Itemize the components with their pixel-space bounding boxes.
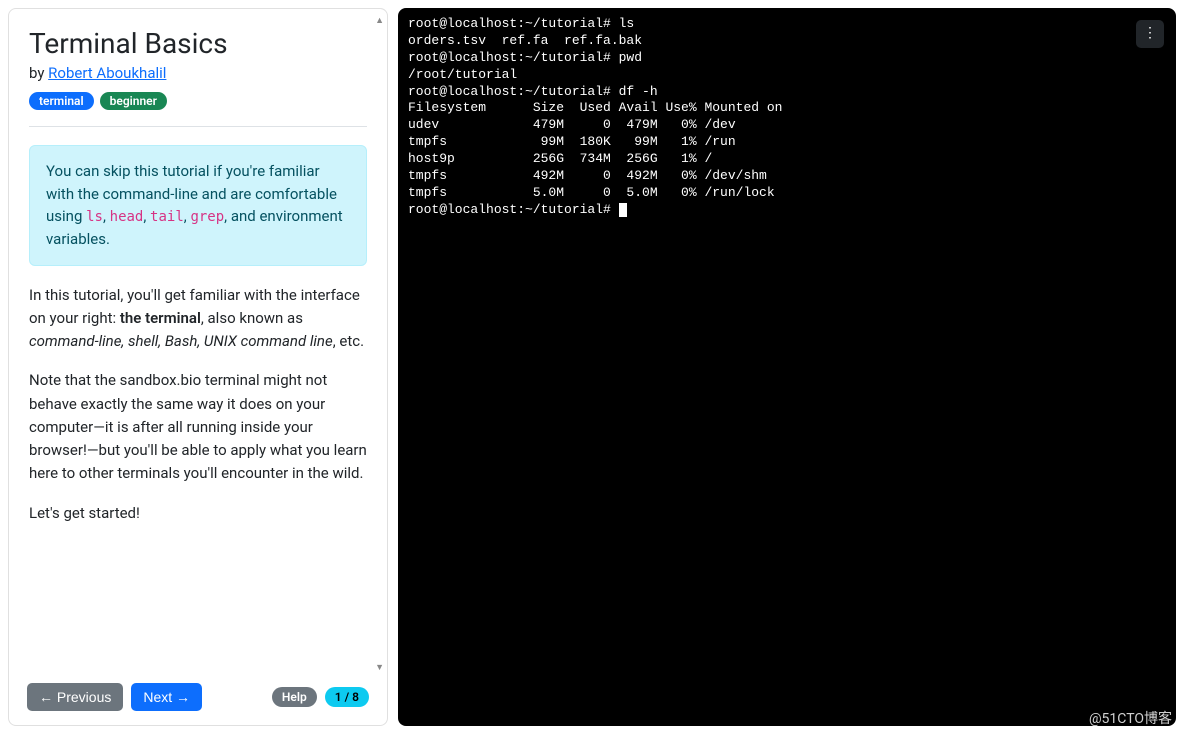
tag-terminal: terminal	[29, 92, 94, 110]
code-head: head	[110, 209, 144, 225]
kebab-menu-icon[interactable]: ⋮	[1136, 20, 1164, 48]
code-grep: grep	[190, 209, 224, 225]
scroll-up-icon[interactable]: ▲	[375, 15, 384, 26]
code-tail: tail	[150, 209, 184, 225]
author-line: by Robert Aboukhalil	[29, 64, 367, 82]
page-title: Terminal Basics	[29, 27, 367, 60]
next-button[interactable]: Next →	[131, 683, 202, 711]
cursor-icon	[619, 203, 627, 217]
watermark: @51CTO博客	[1089, 708, 1172, 728]
help-button[interactable]: Help	[272, 687, 317, 707]
intro-para-1: In this tutorial, you'll get familiar wi…	[29, 284, 367, 354]
intro-para-3: Let's get started!	[29, 502, 367, 525]
tutorial-sidebar: ▲ Terminal Basics by Robert Aboukhalil t…	[8, 8, 388, 726]
previous-button[interactable]: ← Previous	[27, 683, 123, 711]
tags-row: terminal beginner	[29, 92, 367, 110]
terminal-output: root@localhost:~/tutorial# ls orders.tsv…	[408, 16, 1166, 219]
terminal-panel[interactable]: ⋮ root@localhost:~/tutorial# ls orders.t…	[398, 8, 1176, 726]
terminal-prompt: root@localhost:~/tutorial#	[408, 202, 619, 217]
code-ls: ls	[86, 209, 103, 225]
author-link[interactable]: Robert Aboukhalil	[48, 64, 166, 82]
sidebar-content: Terminal Basics by Robert Aboukhalil ter…	[9, 9, 387, 669]
intro-para-2: Note that the sandbox.bio terminal might…	[29, 369, 367, 485]
progress-badge: 1 / 8	[325, 687, 369, 707]
tag-beginner: beginner	[100, 92, 167, 110]
divider	[29, 126, 367, 127]
sidebar-footer: ← Previous Next → Help 1 / 8	[9, 669, 387, 725]
scroll-down-icon[interactable]: ▼	[375, 662, 384, 673]
info-callout: You can skip this tutorial if you're fam…	[29, 145, 367, 266]
